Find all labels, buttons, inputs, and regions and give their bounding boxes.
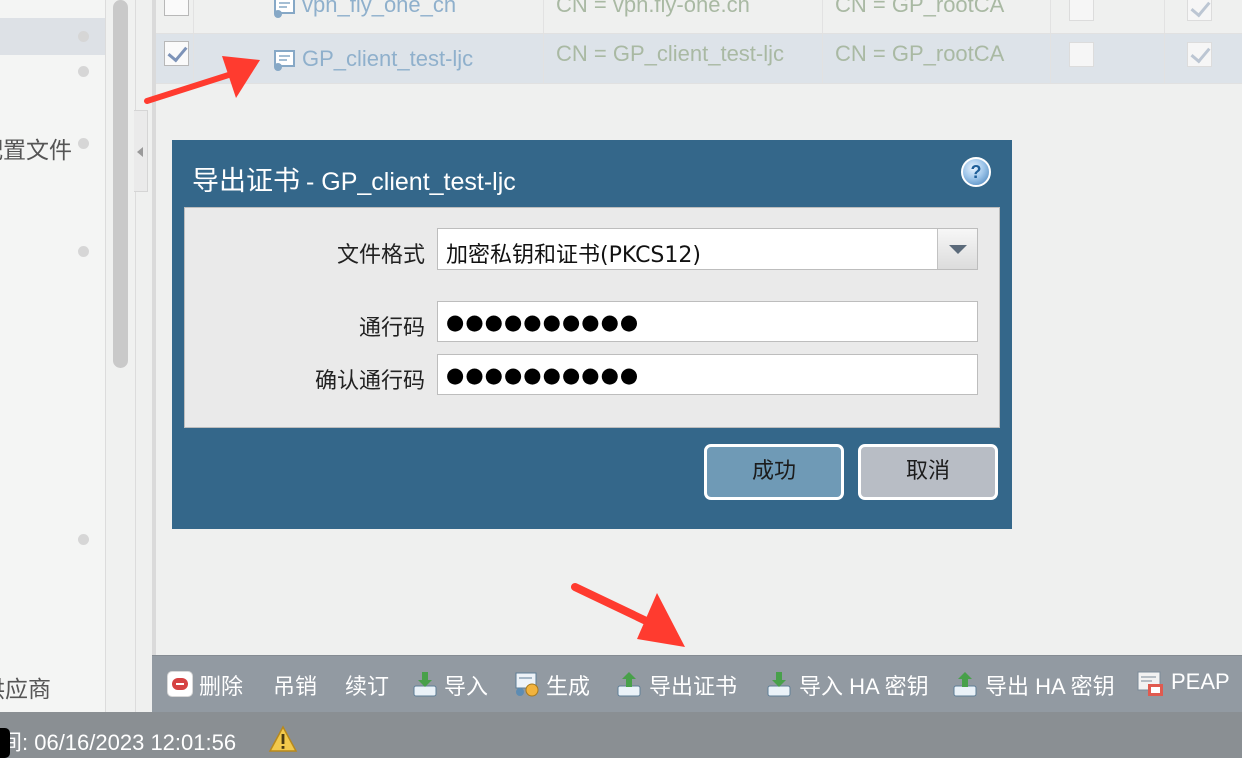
passphrase-input[interactable]: ●●●●●●●●●●: [437, 301, 978, 342]
file-format-label: 文件格式: [336, 243, 425, 268]
delete-icon: [167, 671, 193, 697]
cancel-button[interactable]: 取消: [858, 444, 998, 500]
status-bar-edge: [0, 728, 10, 758]
table-cell: vpn_fly_one_cn: [194, 0, 544, 33]
sidebar-scroll-thumb[interactable]: [113, 0, 128, 368]
confirm-passphrase-label: 确认通行码: [314, 369, 425, 394]
help-icon[interactable]: ?: [961, 157, 991, 187]
table-cell: CN = vpn.fly-one.cn: [544, 0, 823, 33]
certificate-icon: [274, 0, 295, 18]
sidebar-dot: [78, 138, 89, 149]
import-ha-key-button[interactable]: 导入 HA 密钥: [799, 669, 929, 701]
subject-cell: CN = vpn.fly-one.cn: [556, 0, 750, 17]
generate-certificate-icon: [515, 672, 539, 697]
table-row[interactable]: vpn_fly_one_cn CN = vpn.fly-one.cn CN = …: [156, 0, 1242, 34]
collapse-sidebar-handle[interactable]: [134, 110, 148, 192]
delete-button[interactable]: 删除: [199, 669, 243, 701]
certificate-name-link[interactable]: vpn_fly_one_cn: [302, 0, 456, 18]
table-cell: [1051, 34, 1165, 83]
file-format-value: 加密私钥和证书(PKCS12): [446, 243, 701, 268]
ok-button[interactable]: 成功: [704, 444, 844, 500]
import-button[interactable]: 导入: [444, 669, 488, 701]
sidebar-dot: [78, 246, 89, 257]
export-ha-key-button[interactable]: 导出 HA 密钥: [985, 669, 1115, 701]
import-icon: [413, 672, 437, 697]
table-cell: [1051, 0, 1165, 33]
chevron-down-icon[interactable]: [937, 229, 977, 269]
warning-icon[interactable]: [268, 725, 298, 753]
row-checkbox[interactable]: [164, 0, 189, 16]
sidebar-item-config-file[interactable]: 配置文件: [0, 131, 72, 165]
flag-checkbox: [1069, 42, 1094, 67]
import-icon: [767, 672, 791, 697]
table-cell: CN = GP_client_test-ljc: [544, 34, 823, 83]
sidebar-dot: [78, 534, 89, 545]
export-certificate-dialog: 导出证书 - GP_client_test-ljc ? 文件格式 加密私钥和证书(…: [172, 140, 1012, 529]
flag-checkbox: [1187, 42, 1212, 67]
table-cell: [156, 0, 194, 33]
sidebar-item-vendor[interactable]: 供应商: [0, 670, 51, 704]
dialog-title: 导出证书 - GP_client_test-ljc: [192, 159, 516, 198]
chevron-left-icon: [137, 147, 143, 157]
dialog-title-subtitle: - GP_client_test-ljc: [306, 168, 516, 196]
export-certificate-button[interactable]: 导出证书: [649, 669, 737, 701]
flag-checkbox: [1187, 0, 1212, 21]
confirm-passphrase-input[interactable]: ●●●●●●●●●●: [437, 354, 978, 395]
subject-cell: CN = GP_client_test-ljc: [556, 41, 785, 66]
export-icon: [617, 672, 641, 697]
flag-checkbox: [1069, 0, 1094, 21]
annotation-arrow-icon: [571, 583, 685, 647]
table-cell: [1165, 34, 1242, 83]
annotation-arrow-icon: [144, 56, 260, 104]
sidebar-dot: [78, 31, 89, 42]
certificate-name-link[interactable]: GP_client_test-ljc: [302, 46, 473, 72]
renew-button[interactable]: 续订: [345, 669, 389, 701]
table-cell: CN = GP_rootCA: [823, 34, 1051, 83]
sidebar-dot: [78, 66, 89, 77]
dialog-form: 文件格式 加密私钥和证书(PKCS12) 通行码 ●●●●●●●●●● 确认通行…: [184, 207, 1000, 428]
certificate-icon: [274, 50, 295, 71]
peap-icon: [1137, 671, 1163, 696]
bottom-toolbar: 删除 吊销 续订 导入 生成 导出证书 导入 HA 密钥 导出 HA 密钥 PE…: [152, 655, 1242, 712]
peap-button[interactable]: PEAP: [1171, 669, 1230, 695]
issuer-cell: CN = GP_rootCA: [835, 0, 1005, 17]
sidebar-item-selected[interactable]: [0, 18, 105, 55]
revoke-button[interactable]: 吊销: [273, 669, 317, 701]
table-row-selected[interactable]: GP_client_test-ljc CN = GP_client_test-l…: [156, 34, 1242, 84]
dialog-title-main: 导出证书: [192, 166, 300, 196]
left-sidebar: 配置文件 供应商: [0, 0, 106, 712]
generate-button[interactable]: 生成: [546, 669, 590, 701]
issuer-cell: CN = GP_rootCA: [835, 41, 1005, 66]
passphrase-label: 通行码: [358, 316, 425, 341]
status-bar: 时间: 06/16/2023 12:01:56: [0, 712, 1242, 758]
table-cell: [1165, 0, 1242, 33]
export-icon: [953, 672, 977, 697]
file-format-select[interactable]: 加密私钥和证书(PKCS12): [437, 228, 978, 270]
table-cell: CN = GP_rootCA: [823, 0, 1051, 33]
status-time: 时间: 06/16/2023 12:01:56: [0, 730, 237, 755]
